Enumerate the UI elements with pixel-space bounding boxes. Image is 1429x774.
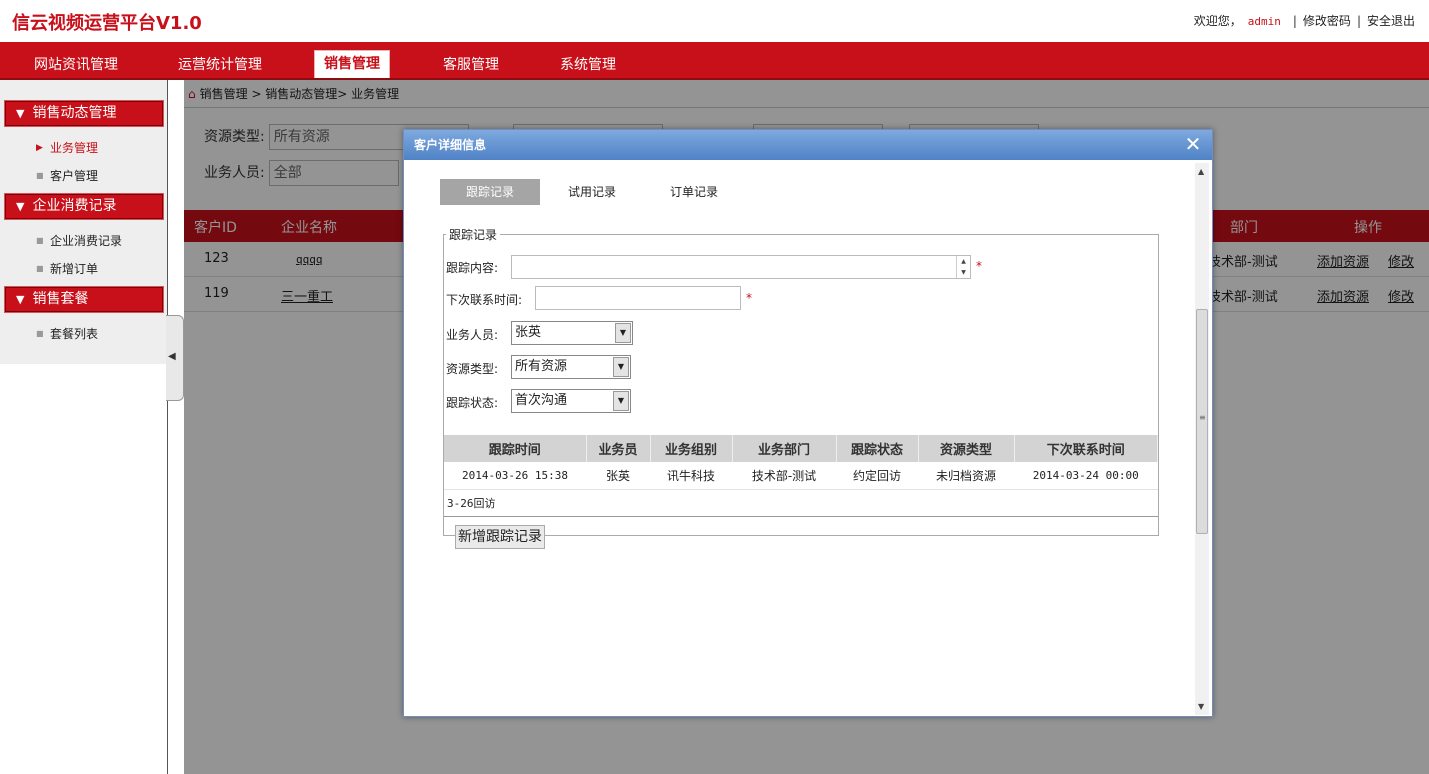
sidebar-item-new-order[interactable]: ■ 新增订单 — [0, 255, 167, 283]
main-nav: 网站资讯管理 运营统计管理 销售管理 客服管理 系统管理 — [0, 42, 1429, 80]
nav-item-news[interactable]: 网站资讯管理 — [25, 52, 127, 80]
welcome-text: 欢迎您， — [1193, 14, 1242, 28]
tracking-content-input[interactable]: ▲ ▼ — [511, 255, 971, 279]
sidebar-collapse-handle[interactable]: ◀ — [166, 315, 184, 401]
nav-item-service[interactable]: 客服管理 — [434, 52, 508, 80]
tracking-section: 跟踪记录 跟踪内容: ▲ ▼ * 下次联系时间: * 业务人员: 张英 ▼ 资源类型… — [443, 226, 1159, 549]
record-remark: 3-26回访 — [447, 497, 496, 510]
dropdown-arrow-icon: ▼ — [615, 323, 631, 343]
divider — [444, 516, 1158, 517]
top-bar: 信云视频运营平台V1.0 欢迎您， admin | 修改密码 | 安全退出 — [0, 0, 1429, 42]
sidebar-item-customers[interactable]: ■ 客户管理 — [0, 162, 167, 190]
bullet-icon: ■ — [36, 171, 44, 180]
change-password-link[interactable]: 修改密码 — [1303, 14, 1351, 28]
arrow-right-icon: ▶ — [36, 143, 43, 153]
dropdown-arrow-icon: ▼ — [613, 357, 629, 377]
bullet-icon: ■ — [36, 264, 44, 273]
tracking-records-table: 跟踪时间 业务员 业务组别 业务部门 跟踪状态 资源类型 下次联系时间 2014… — [444, 435, 1158, 490]
scroll-up-icon[interactable]: ▲ — [1198, 167, 1204, 176]
scroll-down-icon[interactable]: ▼ — [1198, 702, 1204, 711]
user-links: 欢迎您， admin | 修改密码 | 安全退出 — [1193, 14, 1415, 28]
bullet-icon: ■ — [36, 236, 44, 245]
dropdown-arrow-icon: ▼ — [613, 391, 629, 411]
scrollbar-thumb[interactable]: ≡ — [1196, 309, 1208, 534]
tab-trial[interactable]: 试用记录 — [567, 179, 617, 205]
sidebar: ▼ 销售动态管理 ▶ 业务管理 ■ 客户管理 ▼ 企业消费记录 ■ 企业消费记录 ■ 新增订… — [0, 80, 168, 774]
modal-title: 客户详细信息 — [404, 130, 1212, 160]
nav-item-system[interactable]: 系统管理 — [551, 52, 625, 80]
bullet-icon: ■ — [36, 329, 44, 338]
tracking-status-select[interactable]: 首次沟通 ▼ — [511, 389, 631, 413]
logout-link[interactable]: 安全退出 — [1367, 14, 1415, 28]
spin-arrows-icon[interactable]: ▲ ▼ — [956, 256, 970, 278]
grip-icon: ≡ — [1199, 413, 1206, 422]
nav-item-sales[interactable]: 销售管理 — [314, 50, 390, 78]
triangle-left-icon: ◀ — [168, 351, 176, 362]
required-mark: * — [976, 259, 982, 273]
close-icon[interactable]: ✕ — [1183, 134, 1203, 154]
sidebar-group-packages[interactable]: ▼ 销售套餐 — [4, 286, 164, 313]
tab-orders[interactable]: 订单记录 — [669, 179, 719, 205]
sidebar-item-consumption-records[interactable]: ■ 企业消费记录 — [0, 227, 167, 255]
modal-scrollbar[interactable]: ▲ ≡ ▼ — [1195, 163, 1209, 715]
triangle-down-icon: ▼ — [16, 107, 25, 120]
table-row: 2014-03-26 15:38 张英 讯牛科技 技术部-测试 约定回访 未归档… — [444, 462, 1158, 490]
add-tracking-record-button[interactable]: 新增跟踪记录 — [455, 525, 545, 549]
customer-detail-modal: 客户详细信息 ✕ 跟踪记录 试用记录 订单记录 跟踪记录 跟踪内容: ▲ ▼ * … — [403, 129, 1213, 717]
sidebar-item-package-list[interactable]: ■ 套餐列表 — [0, 320, 167, 348]
tab-tracking[interactable]: 跟踪记录 — [440, 179, 540, 205]
salesperson-select[interactable]: 张英 ▼ — [511, 321, 633, 345]
triangle-down-icon: ▼ — [16, 200, 25, 213]
sidebar-item-business[interactable]: ▶ 业务管理 — [0, 134, 167, 162]
username: admin — [1247, 15, 1281, 28]
required-mark: * — [746, 291, 752, 305]
resource-type-select[interactable]: 所有资源 ▼ — [511, 355, 631, 379]
triangle-down-icon: ▼ — [16, 293, 25, 306]
app-title: 信云视频运营平台V1.0 — [12, 13, 202, 34]
sidebar-group-sales-dynamics[interactable]: ▼ 销售动态管理 — [4, 100, 164, 127]
next-contact-time-input[interactable] — [535, 286, 741, 310]
section-legend: 跟踪记录 — [449, 228, 498, 242]
nav-item-stats[interactable]: 运营统计管理 — [169, 52, 271, 80]
sidebar-group-consumption[interactable]: ▼ 企业消费记录 — [4, 193, 164, 220]
